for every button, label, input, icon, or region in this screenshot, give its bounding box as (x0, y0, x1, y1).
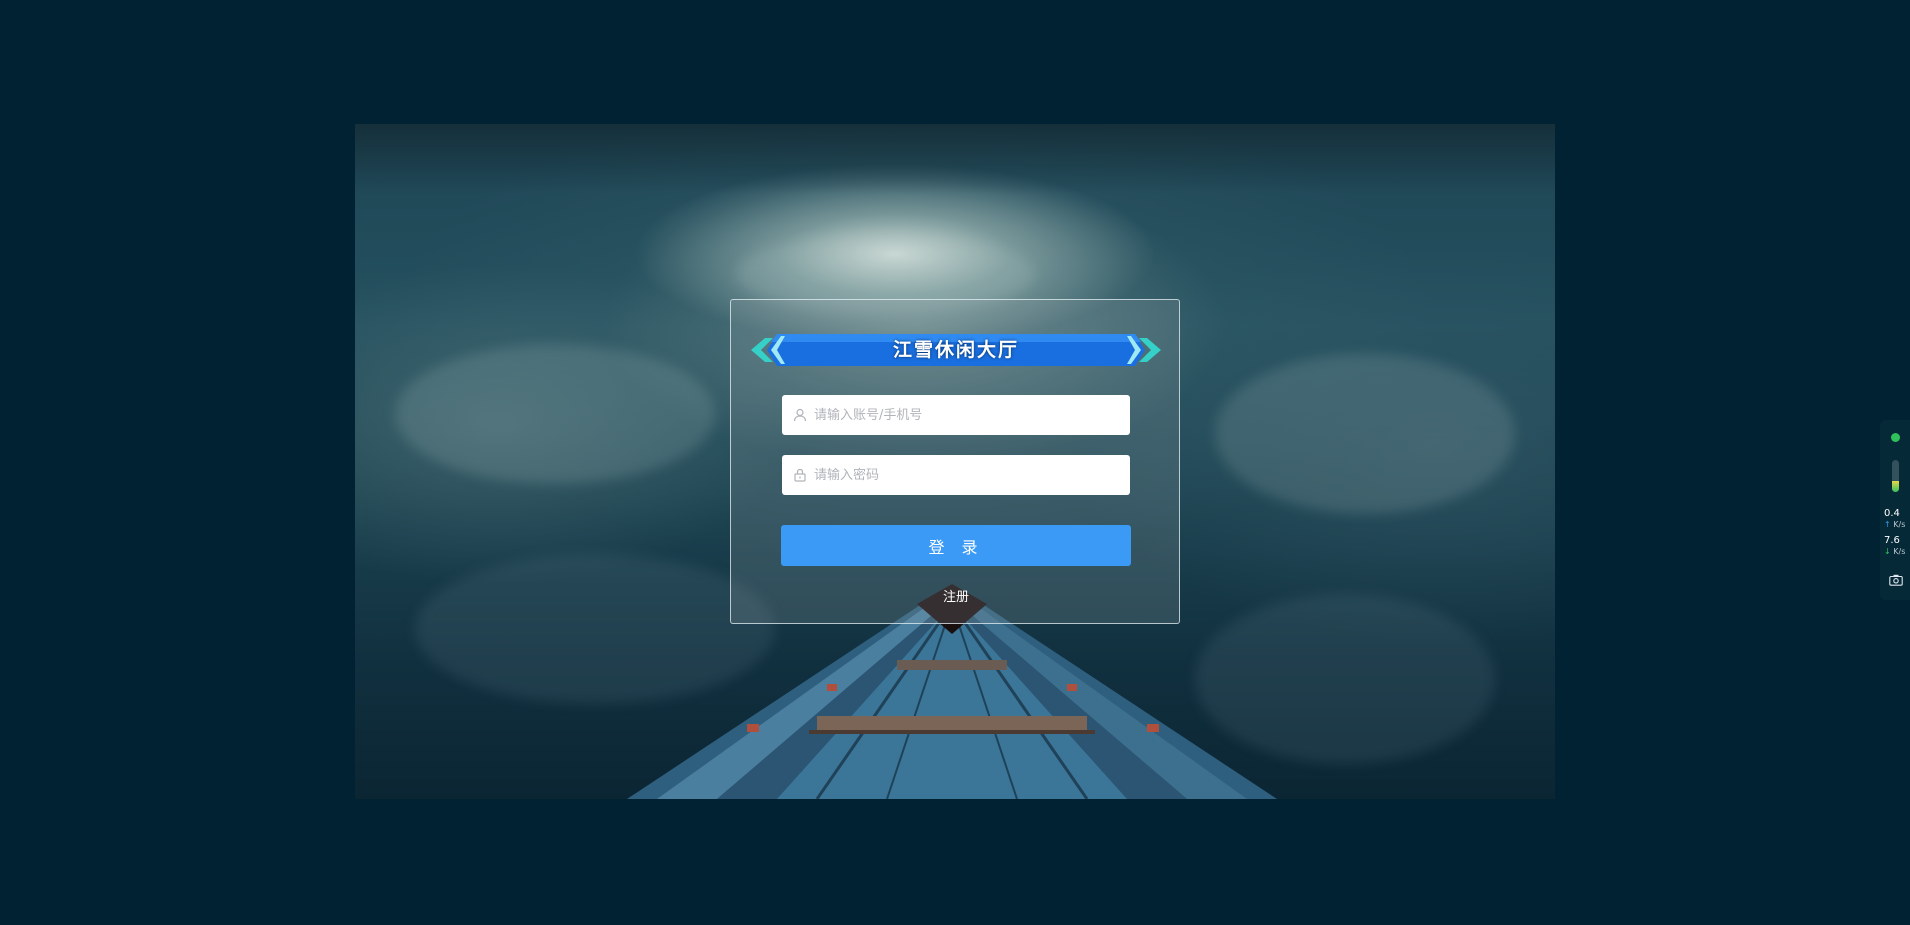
register-link[interactable]: 注册 (731, 586, 1181, 605)
upload-unit-text: K/s (1893, 520, 1906, 529)
dark-sky-band (355, 124, 1555, 194)
upload-speed-value: 0.4 (1884, 508, 1900, 519)
password-input[interactable] (814, 457, 1114, 493)
usage-meter (1892, 460, 1899, 492)
camera-icon[interactable] (1889, 574, 1903, 586)
login-panel: 江雪休闲大厅 登 录 注册 (730, 299, 1180, 624)
status-dot-icon (1891, 433, 1900, 442)
cloud-shape (395, 344, 715, 484)
upload-speed: 0.4 ↑ K/s (1884, 508, 1910, 530)
usage-meter-fill (1892, 480, 1899, 492)
account-input[interactable] (814, 397, 1114, 433)
cloud-shape (1215, 354, 1515, 514)
arrow-down-icon: ↓ (1884, 547, 1891, 556)
download-unit-text: K/s (1893, 547, 1906, 556)
system-monitor-widget[interactable]: 0.4 ↑ K/s 7.6 ↓ K/s (1880, 420, 1910, 600)
user-icon (792, 407, 808, 423)
lock-icon (792, 467, 808, 483)
password-field[interactable] (782, 455, 1130, 495)
login-button[interactable]: 登 录 (781, 525, 1131, 566)
account-field[interactable] (782, 395, 1130, 435)
download-speed-unit: ↓ K/s (1884, 546, 1910, 557)
download-speed-value: 7.6 (1884, 535, 1900, 546)
download-speed: 7.6 ↓ K/s (1884, 535, 1910, 557)
upload-speed-unit: ↑ K/s (1884, 519, 1910, 530)
app-title: 江雪休闲大厅 (892, 339, 1019, 361)
arrow-up-icon: ↑ (1884, 520, 1891, 529)
